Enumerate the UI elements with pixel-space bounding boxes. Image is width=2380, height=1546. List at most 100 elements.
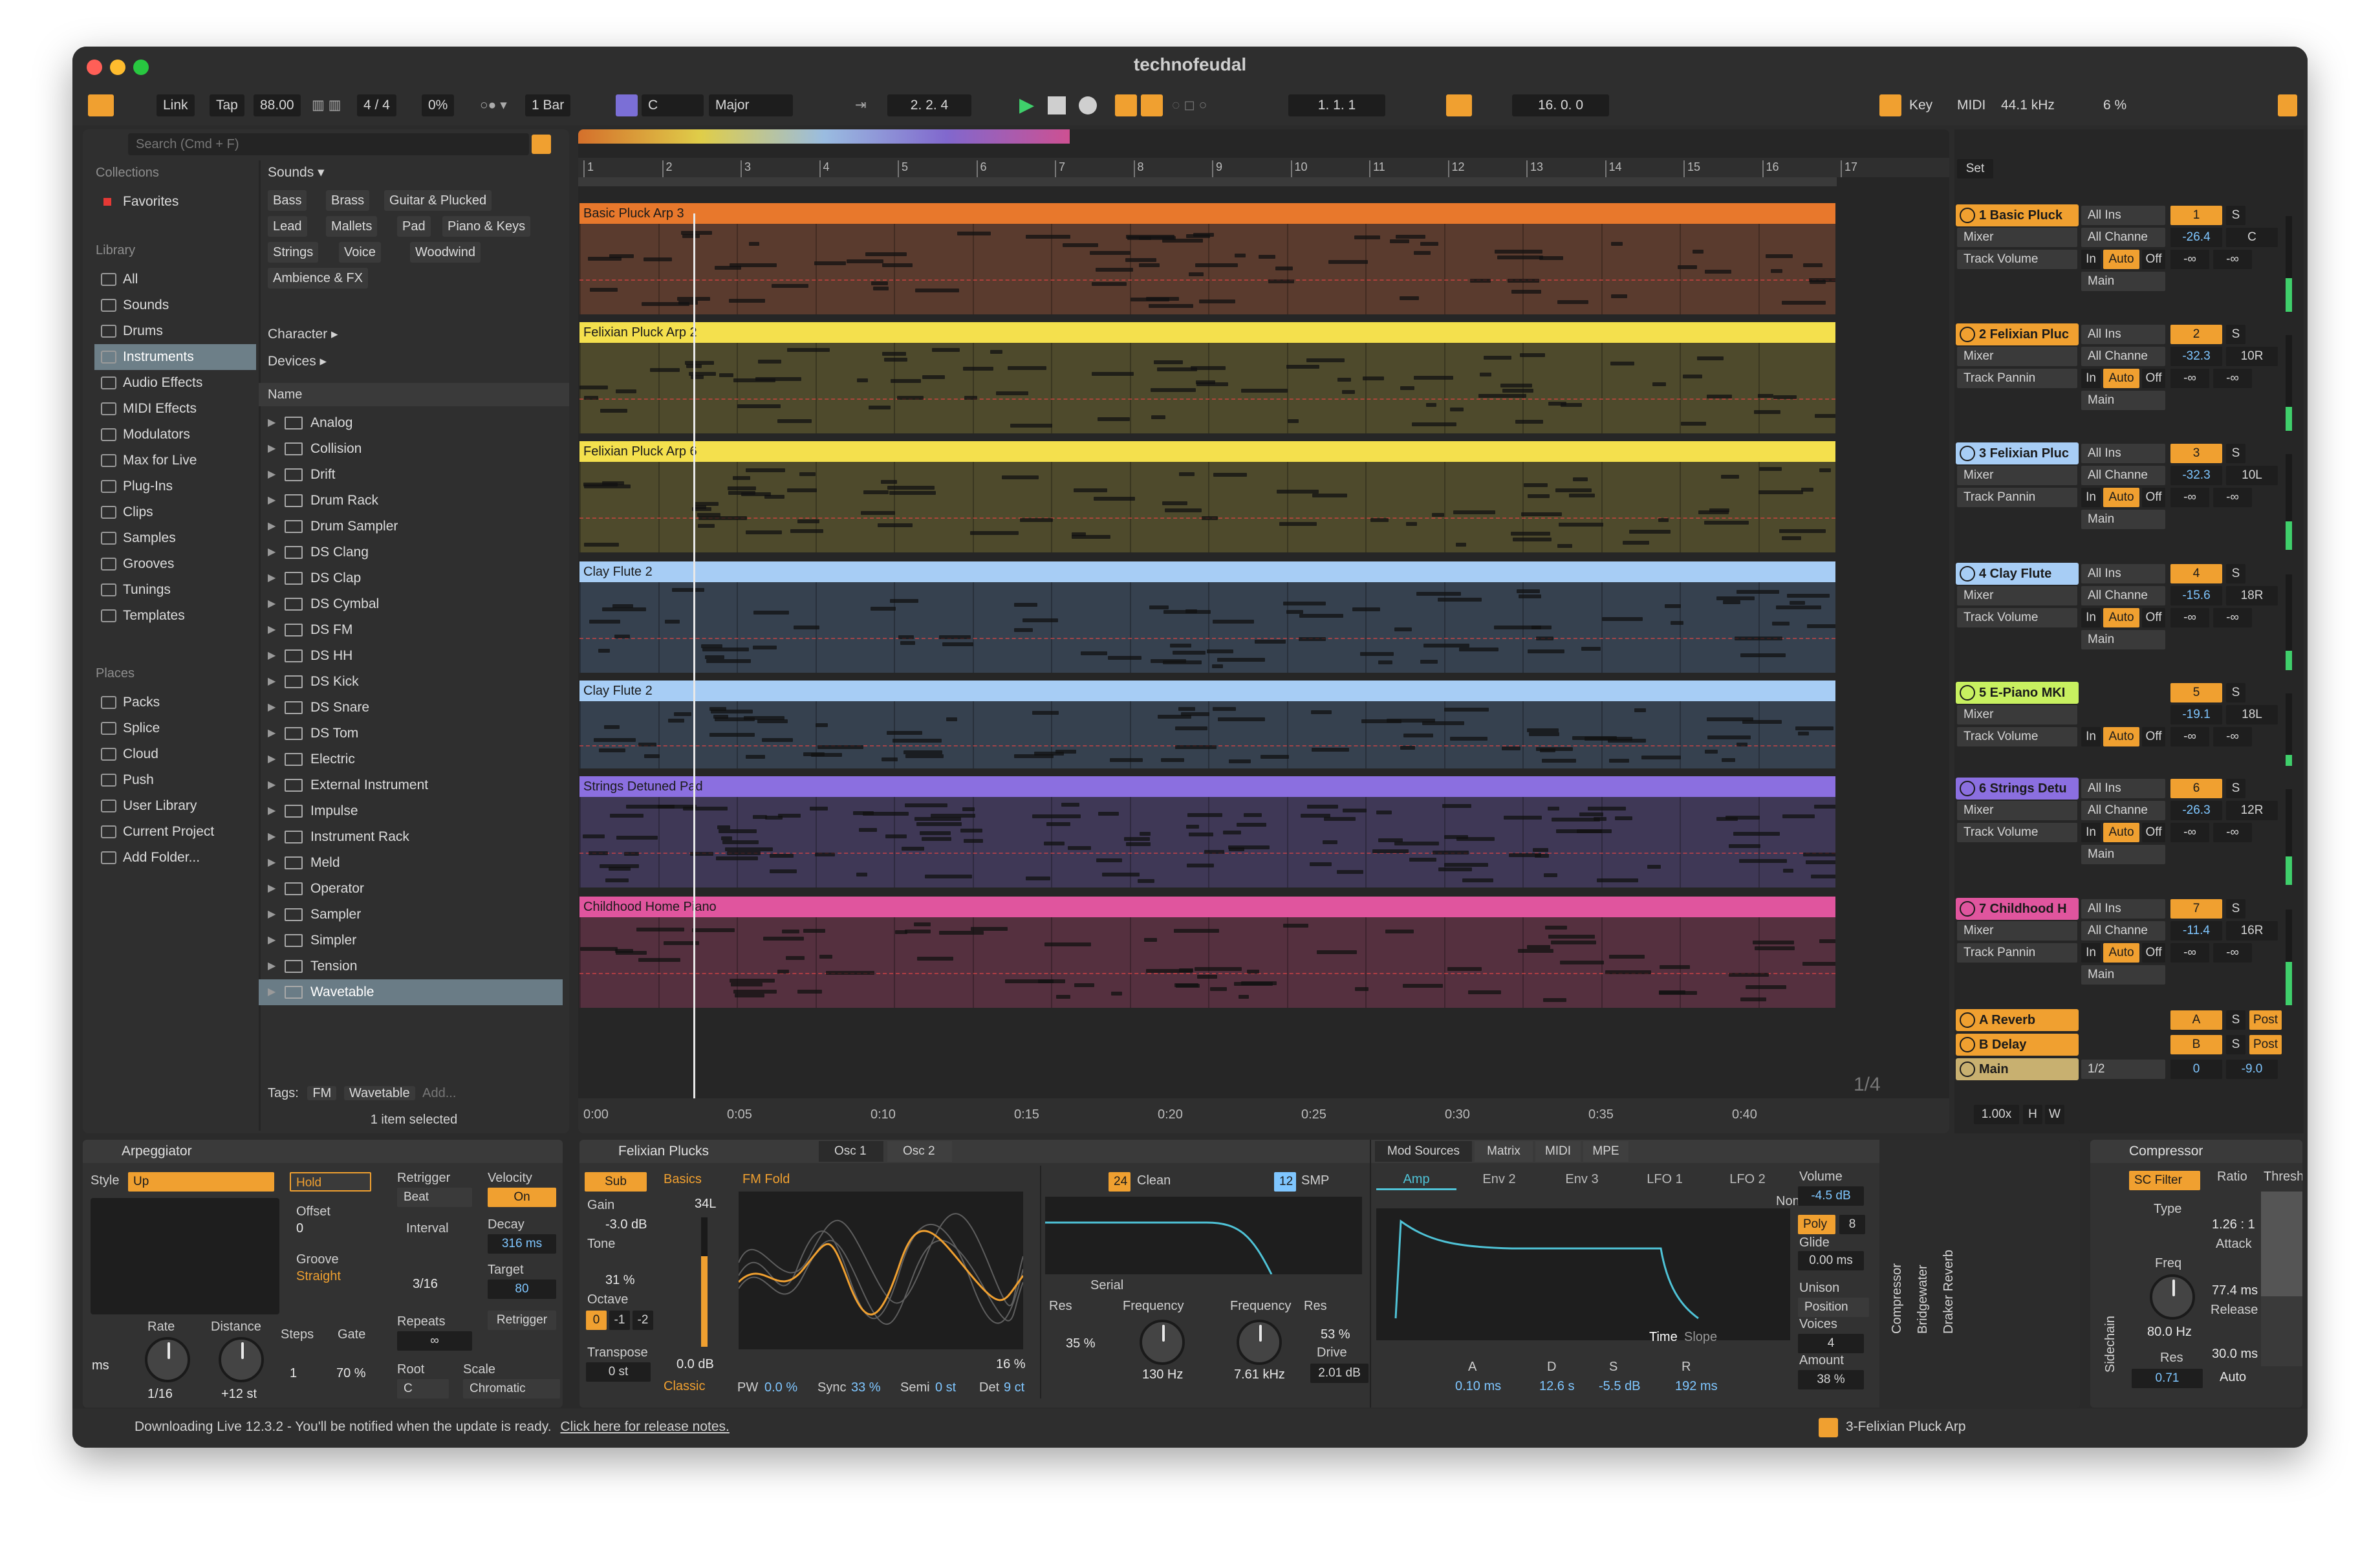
sub-toggle[interactable]: Sub — [585, 1172, 647, 1192]
midi-note[interactable] — [608, 866, 631, 871]
midi-note[interactable] — [583, 484, 631, 489]
monitor-off[interactable]: Off — [2142, 488, 2165, 507]
midi-note[interactable] — [1665, 604, 1681, 608]
midi-note[interactable] — [1287, 419, 1299, 423]
expand-icon[interactable]: ▶ — [268, 876, 276, 902]
midi-note[interactable] — [579, 386, 608, 390]
midi-note[interactable] — [1697, 356, 1724, 360]
monitor-in[interactable]: In — [2081, 369, 2101, 388]
midi-note[interactable] — [1442, 804, 1472, 809]
midi-note[interactable] — [847, 259, 884, 264]
midi-note[interactable] — [1733, 832, 1780, 836]
mod-tab[interactable]: Mod Sources — [1375, 1141, 1472, 1162]
expand-icon[interactable]: ▶ — [268, 436, 276, 462]
distance-knob[interactable] — [219, 1337, 264, 1382]
midi-note[interactable] — [896, 395, 924, 400]
midi-note[interactable] — [1746, 985, 1786, 990]
arrangement-clip[interactable]: Felixian Pluck Arp 6 — [579, 441, 1835, 552]
midi-note[interactable] — [1740, 653, 1786, 658]
midi-note[interactable] — [727, 486, 757, 491]
midi-note[interactable] — [728, 298, 765, 303]
midi-note[interactable] — [817, 745, 864, 749]
attack-value[interactable]: 0.10 ms — [1455, 1379, 1501, 1394]
midi-note[interactable] — [1557, 543, 1572, 548]
expand-icon[interactable]: ▶ — [268, 410, 276, 436]
automation-param-menu[interactable]: Track Pannin — [1957, 943, 2077, 963]
midi-note[interactable] — [1704, 520, 1749, 525]
expand-icon[interactable]: ▶ — [268, 850, 276, 876]
midi-note[interactable] — [644, 257, 673, 262]
midi-note[interactable] — [1698, 510, 1729, 514]
device-list-item[interactable]: ▶ DS Clang — [259, 539, 563, 565]
library-item-audio-effects[interactable]: Audio Effects — [94, 370, 256, 396]
midi-note[interactable] — [1110, 991, 1123, 996]
midi-note[interactable] — [856, 873, 867, 877]
library-item-tunings[interactable]: Tunings — [94, 577, 256, 603]
midi-note[interactable] — [1539, 748, 1555, 753]
midi-note[interactable] — [1385, 929, 1414, 933]
midi-note[interactable] — [1342, 389, 1355, 394]
follow-icon[interactable]: ○● ▾ — [480, 94, 507, 116]
midi-note[interactable] — [1787, 593, 1830, 598]
sc-res-value[interactable]: 0.71 — [2132, 1369, 2203, 1388]
midi-note[interactable] — [1671, 620, 1684, 625]
midi-note[interactable] — [1519, 353, 1546, 357]
midi-note[interactable] — [960, 829, 983, 833]
places-item-current-project[interactable]: Current Project — [94, 819, 256, 845]
midi-note[interactable] — [1641, 756, 1681, 760]
midi-note[interactable] — [1559, 960, 1605, 964]
device-list-item[interactable]: ▶ Drift — [259, 462, 563, 488]
volume-field[interactable]: -19.1 — [2170, 705, 2222, 724]
midi-note[interactable] — [589, 620, 621, 624]
midi-note[interactable] — [880, 479, 897, 484]
automation-param-menu[interactable]: Track Volume — [1957, 823, 2077, 842]
capture-icon[interactable]: ◌ ◻ ○ — [1172, 94, 1207, 116]
midi-note[interactable] — [1545, 926, 1568, 930]
midi-note[interactable] — [1123, 836, 1150, 841]
midi-note[interactable] — [885, 834, 907, 839]
piano-icon[interactable] — [1879, 94, 1901, 116]
midi-note[interactable] — [616, 835, 658, 840]
post-toggle[interactable]: Post — [2249, 1035, 2282, 1054]
midi-note[interactable] — [1212, 619, 1255, 624]
playhead[interactable] — [693, 213, 695, 1106]
basics-menu[interactable]: Basics — [664, 1172, 702, 1187]
devices-filter[interactable]: Devices ▸ — [268, 353, 327, 369]
midi-note[interactable] — [939, 635, 971, 640]
monitor-off[interactable]: Off — [2142, 727, 2165, 746]
midi-note[interactable] — [1156, 367, 1198, 372]
midi-note[interactable] — [963, 838, 983, 843]
steps-value[interactable]: 1 — [290, 1366, 297, 1381]
expand-icon[interactable]: ▶ — [268, 669, 276, 695]
midi-note[interactable] — [702, 648, 749, 652]
midi-note[interactable] — [761, 737, 793, 742]
midi-note[interactable] — [602, 607, 646, 612]
midi-note[interactable] — [1720, 474, 1740, 479]
sync-value[interactable]: 33 % — [851, 1380, 881, 1395]
stop-icon[interactable] — [1048, 96, 1066, 114]
groove-menu[interactable]: Straight — [296, 1269, 341, 1284]
midi-note[interactable] — [749, 241, 760, 246]
midi-note[interactable] — [1449, 737, 1488, 741]
midi-note[interactable] — [1765, 254, 1793, 258]
overview-bar[interactable] — [578, 129, 1070, 144]
midi-note[interactable] — [1126, 235, 1174, 239]
midi-note[interactable] — [1310, 862, 1332, 866]
midi-note[interactable] — [1196, 974, 1218, 979]
return-activator[interactable]: B — [2170, 1035, 2222, 1054]
midi-note[interactable] — [1754, 410, 1780, 415]
midi-note[interactable] — [1026, 876, 1051, 880]
output-menu[interactable]: Main — [2081, 845, 2165, 864]
voices-value[interactable]: 4 — [1798, 1334, 1864, 1353]
return-activator[interactable]: A — [2170, 1010, 2222, 1030]
automation-param-menu[interactable]: Track Pannin — [1957, 488, 2077, 507]
midi-note[interactable] — [996, 391, 1029, 395]
midi-note[interactable] — [1228, 847, 1244, 851]
midi-note[interactable] — [1143, 938, 1158, 942]
solo-button[interactable]: S — [2226, 1035, 2245, 1054]
midi-note[interactable] — [1559, 522, 1603, 527]
midi-note[interactable] — [1608, 954, 1645, 959]
send-a[interactable]: -∞ — [2170, 369, 2209, 388]
device-list-item[interactable]: ▶ DS Snare — [259, 695, 563, 721]
track-activator-icon[interactable] — [1960, 781, 1975, 796]
